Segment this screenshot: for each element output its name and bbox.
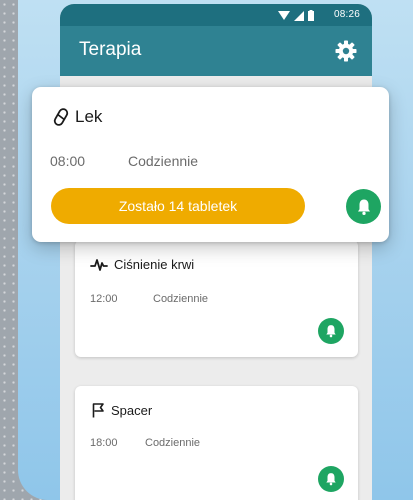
bell-icon [326, 473, 336, 486]
flag-icon [92, 403, 104, 418]
app-bar: Terapia [60, 26, 372, 76]
bell-button[interactable] [318, 318, 344, 344]
card-title-label: Spacer [111, 403, 153, 418]
status-time: 08:26 [333, 9, 360, 20]
bell-button[interactable] [318, 466, 344, 492]
card-meta: 08:00 Codziennie [50, 153, 198, 169]
status-icons [278, 10, 314, 21]
card-frequency: Codziennie [128, 153, 199, 169]
app-title: Terapia [79, 39, 142, 60]
card-meta: 18:00 Codziennie [90, 437, 200, 449]
bell-icon [357, 199, 370, 215]
wifi-icon [278, 11, 290, 20]
phone-screen: 08:26 Terapia Ciśnienie krwi 12:00 Codzi… [60, 4, 372, 500]
card-title-label: Ciśnienie krwi [114, 257, 195, 272]
reminder-card-walk[interactable]: Spacer 18:00 Codziennie [75, 386, 358, 500]
battery-icon [308, 10, 314, 21]
card-title: Lek [53, 107, 102, 127]
signal-icon [294, 10, 304, 21]
card-frequency: Codziennie [153, 293, 209, 305]
bell-button[interactable] [346, 189, 381, 224]
card-frequency: Codziennie [145, 437, 201, 449]
pulse-icon [90, 258, 108, 271]
bell-icon [326, 325, 336, 338]
status-bar: 08:26 [60, 4, 372, 26]
card-time: 12:00 [90, 293, 118, 305]
card-time: 08:00 [50, 153, 86, 169]
card-time: 18:00 [90, 437, 118, 449]
background: 08:26 Terapia Ciśnienie krwi 12:00 Codzi… [0, 0, 413, 500]
remaining-tablets-badge: Zostało 14 tabletek [51, 188, 305, 224]
card-meta: 12:00 Codziennie [90, 293, 208, 305]
card-title: Spacer [92, 403, 152, 418]
card-title: Ciśnienie krwi [90, 257, 194, 272]
reminder-card-blood-pressure[interactable]: Ciśnienie krwi 12:00 Codziennie [75, 240, 358, 357]
pill-icon [53, 108, 69, 126]
gear-icon[interactable] [334, 39, 358, 63]
card-title-label: Lek [75, 107, 103, 126]
reminder-card-medication[interactable]: Lek 08:00 Codziennie Zostało 14 tabletek [32, 87, 389, 242]
